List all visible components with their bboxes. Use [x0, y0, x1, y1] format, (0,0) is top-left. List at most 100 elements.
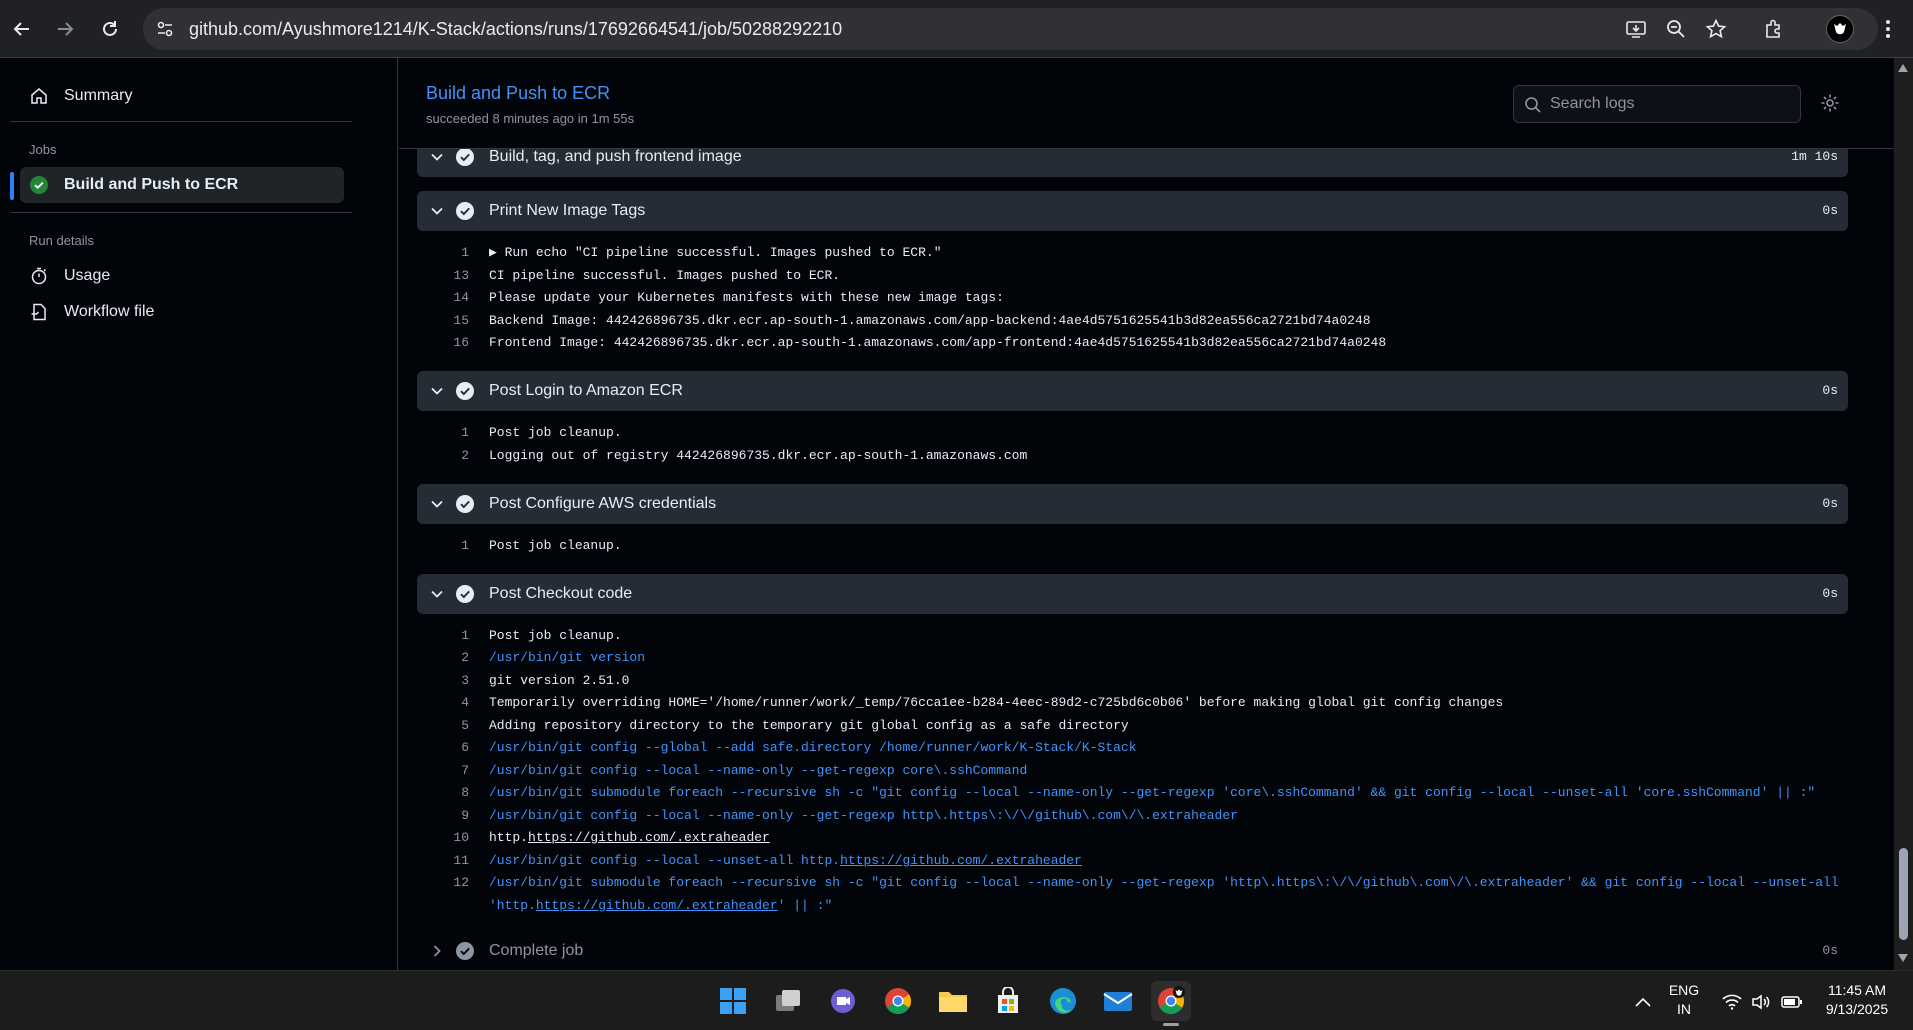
battery-icon[interactable]	[1781, 991, 1803, 1013]
windows-taskbar: ENG IN 11:45 AM 9/13/2025	[0, 970, 1913, 1030]
step-duration: 0s	[1822, 943, 1838, 958]
active-app-indicator	[1163, 1023, 1179, 1026]
store-icon	[998, 987, 1018, 1013]
log-text: Logging out of registry 442426896735.dkr…	[489, 448, 1028, 463]
log-text-prefix: /usr/bin/git config --local --unset-all …	[489, 853, 841, 868]
chevron-down-icon	[427, 201, 447, 221]
clock-time: 11:45 AM	[1827, 982, 1887, 998]
job-title[interactable]: Build and Push to ECR	[426, 83, 610, 104]
chat-icon	[831, 989, 855, 1013]
line-number: 12	[453, 875, 469, 890]
volume-icon[interactable]	[1750, 991, 1772, 1013]
reload-button[interactable]	[94, 13, 126, 45]
task-view-button[interactable]	[768, 981, 808, 1021]
check-circle-icon	[456, 148, 474, 166]
scroll-up-arrow-icon[interactable]	[1898, 64, 1908, 72]
zoom-icon[interactable]	[1664, 17, 1688, 41]
site-info-button[interactable]	[153, 17, 177, 41]
step-header[interactable]: Post Configure AWS credentials 0s	[417, 484, 1848, 524]
sidebar-item-usage[interactable]: Usage	[20, 258, 344, 294]
log-line[interactable]: 2/usr/bin/git version	[417, 647, 1848, 669]
log-link[interactable]: https://github.com/.extraheader	[840, 853, 1082, 868]
log-line-continuation[interactable]: 'http.https://github.com/.extraheader' |…	[417, 895, 1848, 917]
log-link[interactable]: https://github.com/.extraheader	[536, 898, 778, 913]
chrome-profile-button[interactable]	[1151, 981, 1191, 1021]
log-line[interactable]: 13 CI pipeline successful. Images pushed …	[417, 265, 1848, 287]
log-text: Post job cleanup.	[489, 425, 622, 440]
store-button[interactable]	[988, 981, 1028, 1021]
scroll-down-arrow-icon[interactable]	[1898, 954, 1908, 962]
page-scrollbar[interactable]	[1894, 58, 1913, 970]
system-clock[interactable]: 11:45 AM 9/13/2025	[1812, 981, 1902, 1019]
log-line[interactable]: 2 Logging out of registry 442426896735.dk…	[417, 445, 1848, 467]
line-number: 13	[453, 268, 469, 283]
scrollbar-thumb[interactable]	[1899, 848, 1908, 940]
install-app-icon[interactable]	[1624, 17, 1648, 41]
log-line[interactable]: 1 Post job cleanup.	[417, 625, 1848, 647]
log-text: Please update your Kubernetes manifests …	[489, 290, 1004, 305]
language-indicator[interactable]: ENG IN	[1664, 981, 1704, 1019]
log-line[interactable]: 3 git version 2.51.0	[417, 670, 1848, 692]
log-line[interactable]: 4 Temporarily overriding HOME='/home/runn…	[417, 692, 1848, 714]
log-link[interactable]: https://github.com/.extraheader	[528, 830, 770, 845]
step-header[interactable]: Print New Image Tags 0s	[417, 191, 1848, 231]
log-line[interactable]: 5 Adding repository directory to the temp…	[417, 715, 1848, 737]
step-header[interactable]: Post Login to Amazon ECR 0s	[417, 371, 1848, 411]
arrow-left-icon	[13, 22, 29, 36]
forward-button[interactable]	[49, 13, 81, 45]
log-line[interactable]: 16 Frontend Image: 442426896735.dkr.ecr.a…	[417, 332, 1848, 354]
tune-icon	[157, 21, 173, 37]
extensions-button[interactable]	[1758, 13, 1790, 45]
mail-button[interactable]	[1098, 981, 1138, 1021]
log-text: Post job cleanup.	[489, 628, 622, 643]
teams-chat-button[interactable]	[823, 981, 863, 1021]
home-icon	[28, 85, 50, 107]
log-line[interactable]: 11/usr/bin/git config --local --unset-al…	[417, 850, 1848, 872]
start-button[interactable]	[713, 981, 753, 1021]
log-text: git version 2.51.0	[489, 673, 630, 688]
log-line[interactable]: 9/usr/bin/git config --local --name-only…	[417, 805, 1848, 827]
log-line[interactable]: 12/usr/bin/git submodule foreach --recur…	[417, 872, 1848, 894]
log-settings-button[interactable]	[1819, 92, 1841, 114]
address-bar[interactable]: github.com/Ayushmore1214/K-Stack/actions…	[143, 8, 1878, 50]
file-explorer-button[interactable]	[933, 981, 973, 1021]
log-line[interactable]: 6/usr/bin/git config --global --add safe…	[417, 737, 1848, 759]
browser-menu-button[interactable]	[1876, 13, 1900, 45]
log-line[interactable]: 1 Post job cleanup.	[417, 535, 1848, 557]
job-header: Build and Push to ECR succeeded 8 minute…	[399, 58, 1894, 149]
line-number: 2	[461, 448, 469, 463]
sidebar-item-label: Summary	[64, 87, 133, 104]
log-line[interactable]: 14 Please update your Kubernetes manifest…	[417, 287, 1848, 309]
chevron-up-icon[interactable]	[1632, 991, 1654, 1013]
search-logs-field[interactable]	[1513, 85, 1801, 123]
url-text[interactable]: github.com/Ayushmore1214/K-Stack/actions…	[189, 19, 842, 40]
stopwatch-icon	[28, 265, 50, 287]
log-command-text: /usr/bin/git config --local --name-only …	[489, 763, 1028, 778]
run-details-heading: Run details	[29, 233, 95, 248]
log-line[interactable]: 8/usr/bin/git submodule foreach --recurs…	[417, 782, 1848, 804]
sidebar-item-label: Build and Push to ECR	[64, 176, 239, 193]
chevron-down-icon	[427, 494, 447, 514]
jobs-heading: Jobs	[29, 142, 57, 157]
log-line[interactable]: 1 Post job cleanup.	[417, 422, 1848, 444]
log-line[interactable]: 7/usr/bin/git config --local --name-only…	[417, 760, 1848, 782]
log-text: Post job cleanup.	[489, 538, 622, 553]
reload-icon	[103, 21, 117, 36]
sidebar-item-workflow-file[interactable]: Workflow file	[20, 294, 344, 330]
wifi-icon[interactable]	[1721, 991, 1743, 1013]
chrome-icon	[885, 988, 911, 1014]
log-line[interactable]: 1 ▶ Run echo "CI pipeline successful. Ima…	[417, 242, 1848, 264]
search-logs-input[interactable]	[1550, 86, 1790, 122]
chrome-taskbar-button[interactable]	[878, 981, 918, 1021]
log-line[interactable]: 10 http.https://github.com/.extraheader	[417, 827, 1848, 849]
chevron-down-icon	[427, 147, 447, 167]
edge-button[interactable]	[1043, 981, 1083, 1021]
step-header[interactable]: Complete job 0s	[417, 931, 1848, 970]
step-header[interactable]: Post Checkout code 0s	[417, 574, 1848, 614]
sidebar-item-summary[interactable]: Summary	[20, 78, 344, 114]
profile-avatar[interactable]	[1826, 15, 1854, 43]
log-line[interactable]: 15 Backend Image: 442426896735.dkr.ecr.ap…	[417, 310, 1848, 332]
sidebar-item-build-and-push[interactable]: Build and Push to ECR	[20, 167, 344, 203]
back-button[interactable]	[6, 13, 38, 45]
bookmark-star-icon[interactable]	[1704, 17, 1728, 41]
